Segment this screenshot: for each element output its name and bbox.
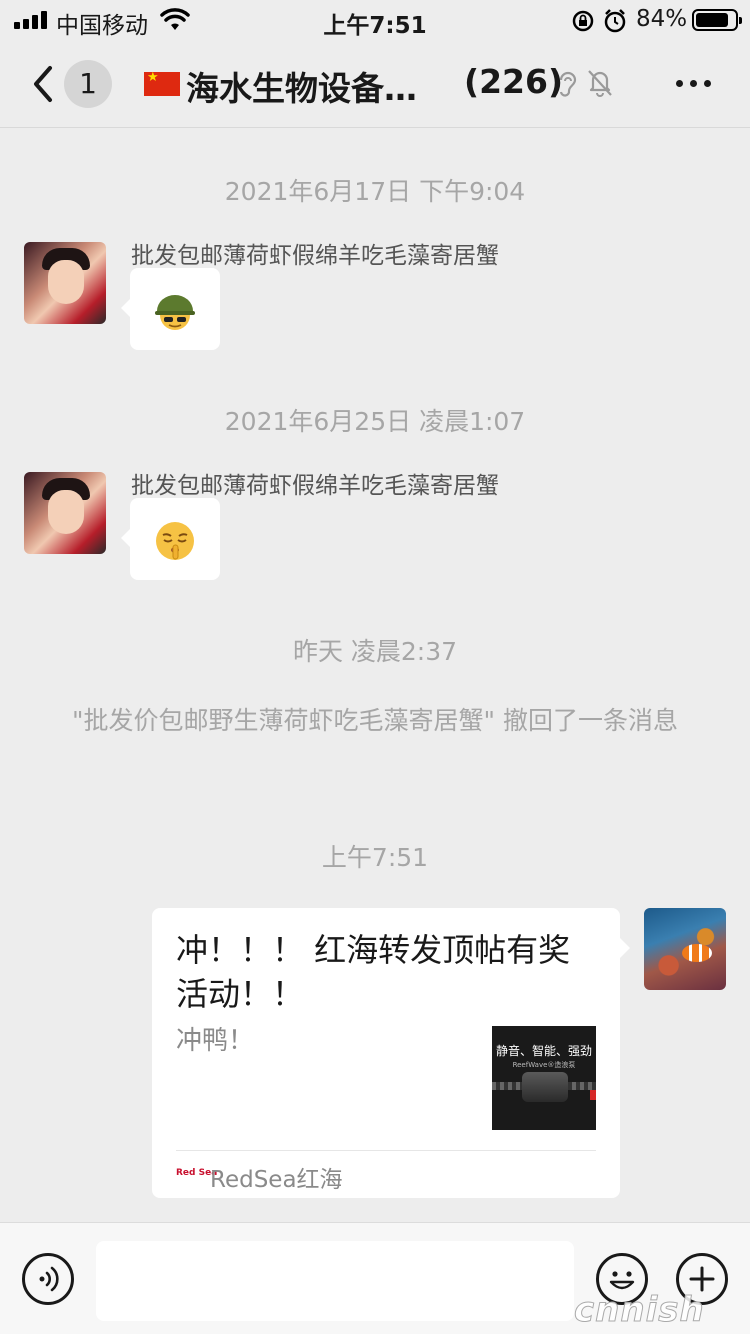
message-bubble[interactable] — [121, 498, 220, 580]
chevron-left-icon[interactable] — [28, 62, 58, 106]
ear-icon — [559, 71, 577, 97]
recall-notice: "批发价包邮野生薄荷虾吃毛藻寄居蟹" 撤回了一条消息 — [72, 706, 678, 735]
orientation-lock-icon — [572, 10, 594, 32]
card-thumbnail: 静音、智能、强劲 ReefWave®造浪泵 — [492, 1026, 596, 1130]
message-bubble[interactable] — [121, 268, 220, 350]
avatar[interactable] — [644, 908, 726, 990]
watermark: cnnish — [574, 1290, 705, 1331]
battery-icon — [692, 9, 742, 31]
alarm-icon — [604, 9, 626, 33]
status-bar: 中国移动 上午7:51 84% — [0, 0, 750, 40]
avatar[interactable] — [24, 472, 106, 554]
wave-pump-image — [522, 1072, 568, 1102]
more-dots-icon[interactable] — [676, 80, 711, 87]
bell-muted-icon — [588, 70, 612, 97]
sender-name: 批发包邮薄荷虾假绵羊吃毛藻寄居蟹 — [131, 473, 499, 499]
china-flag-icon — [144, 69, 180, 96]
chat-title: 海水生物设备… — [186, 69, 417, 108]
card-divider — [176, 1150, 596, 1151]
message-timestamp: 上午7:51 — [321, 843, 429, 872]
message-input[interactable] — [96, 1241, 574, 1321]
avatar[interactable] — [24, 242, 106, 324]
link-card[interactable]: 冲！！！ 红海转发顶帖有奖活动！！ 冲鸭！ 静音、智能、强劲 ReefWave®… — [152, 908, 630, 1198]
voice-icon[interactable] — [22, 1253, 74, 1305]
card-source: RedSea红海 — [210, 1167, 343, 1193]
card-description: 冲鸭！ — [176, 1026, 255, 1056]
thumbnail-headline: 静音、智能、强劲 — [495, 1044, 592, 1058]
unread-count-badge[interactable]: 1 — [64, 60, 112, 108]
chat-header: 1 海水生物设备… (226) — [0, 40, 750, 128]
soldier-helmet-emoji — [155, 295, 195, 330]
member-count: (226) — [464, 62, 564, 101]
shushing-face-emoji — [156, 522, 194, 560]
battery-percent: 84% — [636, 6, 688, 32]
message-timestamp: 昨天 凌晨2:37 — [292, 637, 458, 666]
thumbnail-subtitle: ReefWave®造浪泵 — [512, 1061, 576, 1069]
message-timestamp: 2021年6月25日 凌晨1:07 — [224, 407, 526, 436]
message-timestamp: 2021年6月17日 下午9:04 — [224, 177, 526, 206]
card-title: 冲！！！ 红海转发顶帖有奖活动！！ — [176, 931, 571, 1013]
sender-name: 批发包邮薄荷虾假绵羊吃毛藻寄居蟹 — [131, 243, 499, 269]
